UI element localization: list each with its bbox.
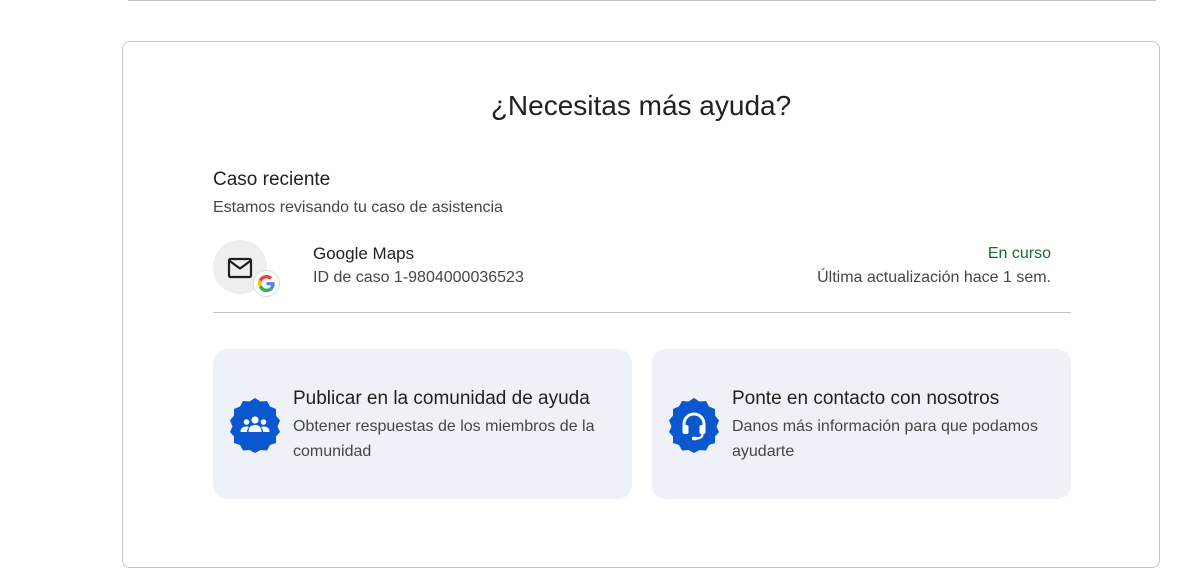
community-card-title: Publicar en la comunidad de ayuda: [293, 388, 590, 409]
mail-icon: [227, 257, 253, 284]
contact-us-card[interactable]: Ponte en contacto con nosotros Danos más…: [652, 349, 1071, 499]
community-card-description: Obtener respuestas de los miembros de la…: [293, 418, 595, 460]
recent-case-heading: Caso reciente: [213, 169, 331, 190]
community-group-icon: [227, 397, 283, 453]
post-community-card[interactable]: Publicar en la comunidad de ayuda Obtene…: [213, 349, 632, 499]
need-more-help-panel: ¿Necesitas más ayuda? Caso reciente Esta…: [122, 41, 1160, 568]
contact-card-title: Ponte en contacto con nosotros: [732, 388, 1000, 409]
recent-case-row[interactable]: Google Maps ID de caso 1-9804000036523 E…: [213, 238, 1071, 313]
recent-case-subtitle: Estamos revisando tu caso de asistencia: [213, 199, 503, 216]
case-avatar: [213, 240, 280, 297]
case-id: ID de caso 1-9804000036523: [313, 269, 524, 286]
case-product-name: Google Maps: [313, 244, 415, 263]
headset-icon: [666, 397, 722, 453]
contact-card-description: Danos más información para que podamos a…: [732, 418, 1038, 460]
panel-title: ¿Necesitas más ayuda?: [490, 90, 792, 121]
google-logo-icon: [253, 270, 280, 297]
case-last-updated: Última actualización hace 1 sem.: [817, 269, 1051, 286]
top-divider: [128, 0, 1156, 1]
case-status-badge: En curso: [987, 245, 1051, 262]
